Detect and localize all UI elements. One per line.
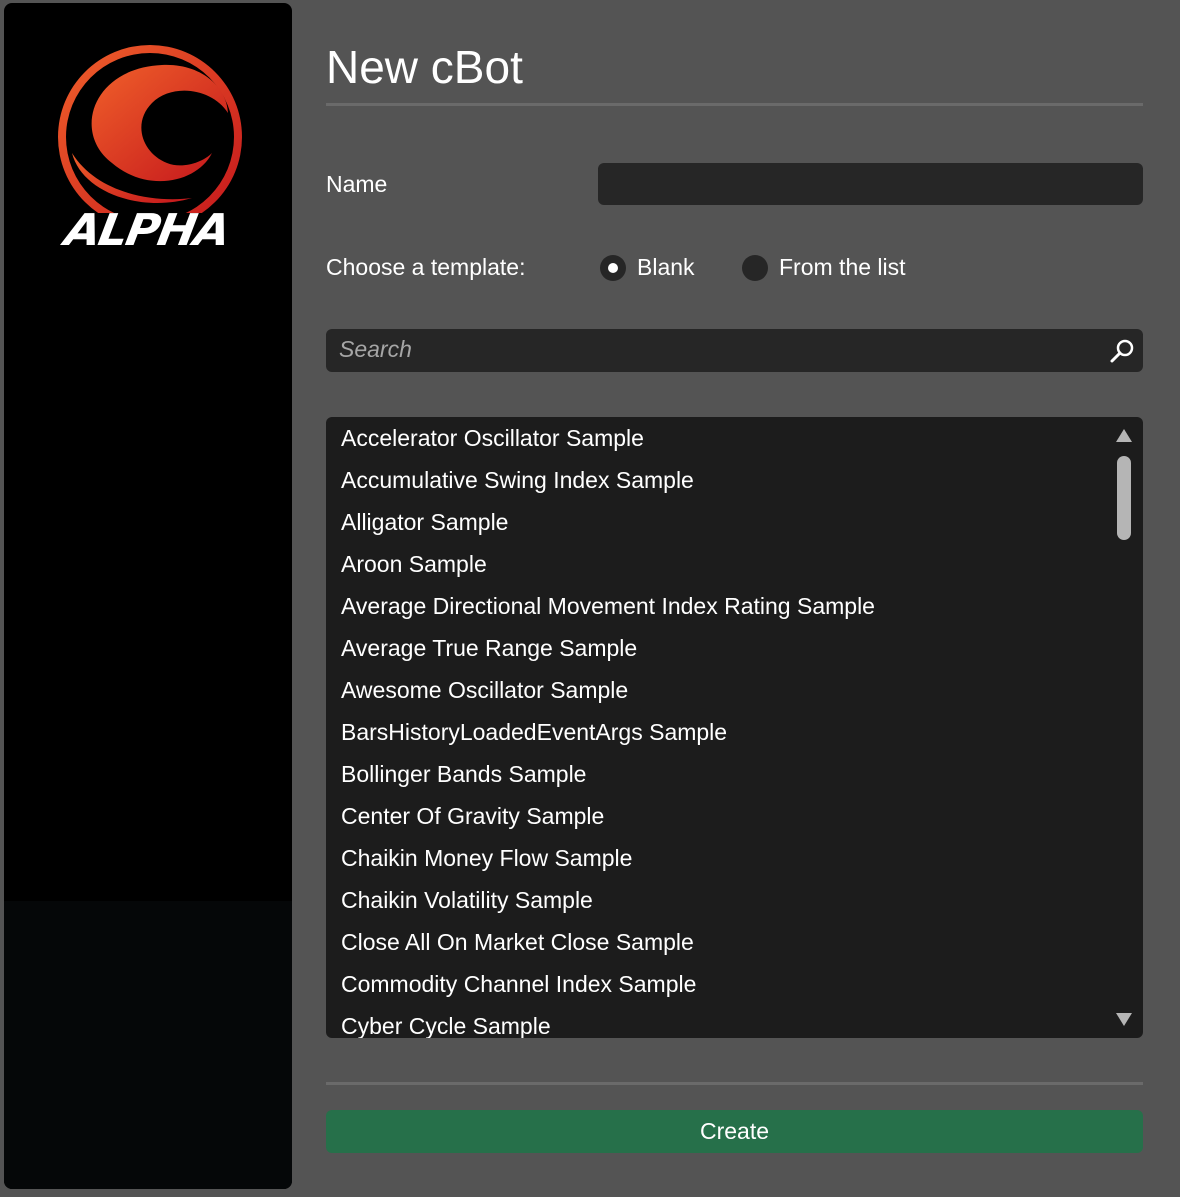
list-item[interactable]: Accumulative Swing Index Sample — [341, 466, 694, 494]
name-input[interactable] — [598, 163, 1143, 205]
sidebar: ALPHA — [4, 3, 292, 1189]
template-option-blank[interactable]: Blank — [600, 254, 695, 281]
radio-checked-icon[interactable] — [600, 254, 626, 281]
list-item[interactable]: Cyber Cycle Sample — [341, 1012, 551, 1038]
list-item[interactable]: Average True Range Sample — [341, 634, 637, 662]
title-divider — [326, 103, 1143, 106]
create-button[interactable]: Create — [326, 1110, 1143, 1153]
template-option-label: From the list — [779, 254, 906, 280]
list-item[interactable]: Alligator Sample — [341, 508, 508, 536]
list-item[interactable]: Center Of Gravity Sample — [341, 802, 604, 830]
template-option-label: Blank — [637, 254, 695, 280]
list-item[interactable]: Bollinger Bands Sample — [341, 760, 586, 788]
search-placeholder: Search — [339, 336, 412, 362]
logo-swirl-icon — [58, 45, 242, 229]
list-item[interactable]: Chaikin Volatility Sample — [341, 886, 593, 914]
list-item[interactable]: Chaikin Money Flow Sample — [341, 844, 632, 872]
scroll-down-icon[interactable] — [1116, 1013, 1132, 1026]
template-list[interactable]: Accelerator Oscillator Sample Accumulati… — [326, 417, 1143, 1038]
search-icon[interactable] — [1109, 337, 1137, 365]
list-item[interactable]: Commodity Channel Index Sample — [341, 970, 696, 998]
list-item[interactable]: BarsHistoryLoadedEventArgs Sample — [341, 718, 727, 746]
search-input[interactable]: Search — [326, 329, 1143, 372]
template-option-from-list[interactable]: From the list — [742, 254, 906, 281]
list-item[interactable]: Close All On Market Close Sample — [341, 928, 694, 956]
radio-unchecked-icon[interactable] — [742, 254, 768, 281]
page-title: New cBot — [326, 41, 523, 93]
sidebar-bottom-panel — [4, 901, 292, 1189]
list-item[interactable]: Awesome Oscillator Sample — [341, 676, 628, 704]
scrollbar-thumb[interactable] — [1117, 456, 1131, 540]
scroll-up-icon[interactable] — [1116, 429, 1132, 442]
footer-divider — [326, 1082, 1143, 1085]
name-label: Name — [326, 171, 388, 197]
list-item[interactable]: Accelerator Oscillator Sample — [341, 424, 644, 452]
list-item[interactable]: Aroon Sample — [341, 550, 487, 578]
logo-text: ALPHA — [61, 204, 233, 256]
alpha-logo: ALPHA — [52, 43, 248, 256]
template-label: Choose a template: — [326, 254, 526, 280]
list-item[interactable]: Average Directional Movement Index Ratin… — [341, 592, 875, 620]
